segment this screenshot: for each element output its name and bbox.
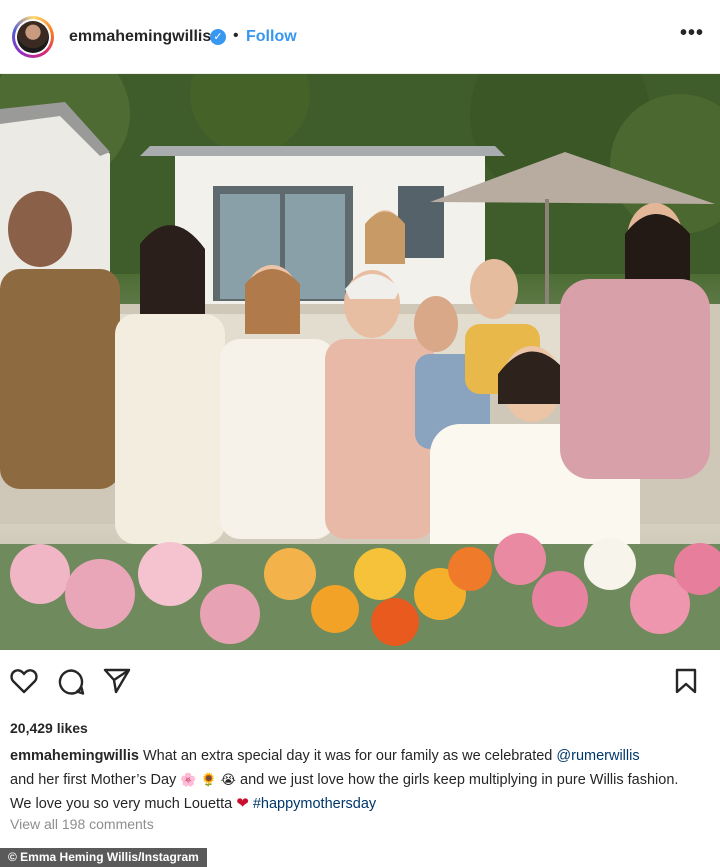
blossom-emoji-icon: 🌸 [180,772,197,787]
sunflower-emoji-icon: 🌻 [200,772,217,787]
heart-icon[interactable] [10,668,38,699]
avatar-photo [17,21,49,53]
red-heart-emoji-icon: ❤ [236,795,249,812]
crying-emoji-icon: 😭 [220,772,236,787]
username[interactable]: emmahemingwillis [69,28,211,46]
view-comments-link[interactable]: View all 198 comments [10,816,154,832]
more-options-icon[interactable]: ••• [680,22,704,45]
comment-icon[interactable] [57,668,85,701]
photo-illustration [0,74,720,650]
caption-username[interactable]: emmahemingwillis [10,748,139,764]
caption: emmahemingwillis What an extra special d… [10,745,700,816]
share-icon[interactable] [103,668,131,699]
action-bar [0,650,720,710]
flowers [0,533,720,650]
avatar[interactable] [12,16,54,58]
caption-text-1: What an extra special day it was for our… [142,748,553,764]
follow-button[interactable]: Follow [246,28,297,46]
separator-dot: • [233,27,239,44]
hashtag-link[interactable]: #happymothersday [253,796,376,812]
mention-link[interactable]: @rumerwillis [556,748,639,764]
post-photo[interactable] [0,74,720,650]
photo-credit: © Emma Heming Willis/Instagram [0,848,207,867]
bookmark-icon[interactable] [675,668,697,699]
post-header: emmahemingwillis ✓ • Follow ••• [0,0,720,74]
verified-badge-icon: ✓ [210,29,226,45]
caption-text-2: and her first Mother’s Day [10,772,177,788]
likes-count[interactable]: 20,429 likes [10,720,88,736]
avatar-ring [15,19,51,55]
